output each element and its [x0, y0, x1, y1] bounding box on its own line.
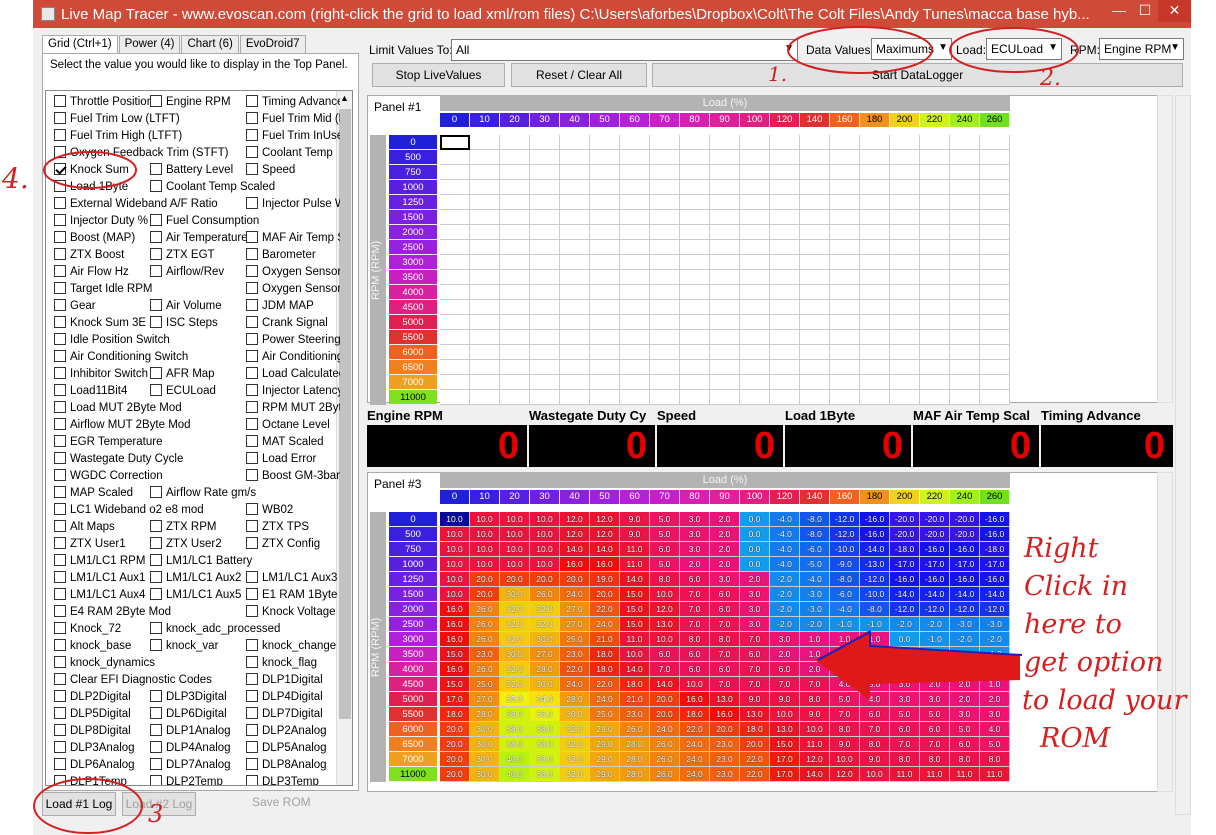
annotation-note-line: Click in [1024, 571, 1129, 602]
annotation-note-line: to load your [1022, 685, 1187, 716]
annotation-note-line: ROM [1040, 723, 1111, 754]
annotation-circle-knock-sum [43, 151, 137, 189]
annotation-4: 4. [2, 162, 29, 195]
annotation-2: 2. [1040, 66, 1061, 91]
annotation-arrow [815, 630, 1020, 700]
annotation-circle-load-log [33, 778, 143, 834]
annotation-note: Right Click in here to get option to load yo… [1022, 530, 1214, 758]
annotation-note-line: Right [1024, 533, 1099, 564]
annotation-circle-data-values [787, 26, 933, 74]
annotation-note-line: get option [1024, 647, 1164, 678]
annotation-note-line: here to [1024, 609, 1122, 640]
annotation-1: 1. [768, 62, 788, 86]
annotation-3: 3 [148, 800, 164, 828]
